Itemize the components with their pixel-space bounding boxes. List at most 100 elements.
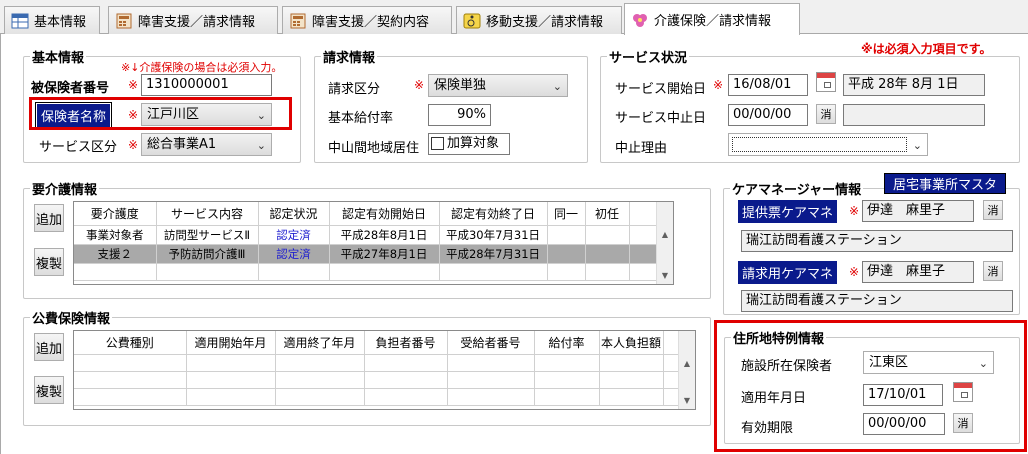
mountain-area-checkbox[interactable]: 加算対象	[428, 133, 510, 155]
clear-billing-button[interactable]: 消	[983, 261, 1003, 281]
required-mark: ※	[128, 138, 139, 152]
care-level-copy-button[interactable]: 複製	[34, 248, 64, 276]
insurer-highlight-box	[29, 97, 292, 130]
provide-caremanager-label: 提供票ケアマネ	[738, 200, 838, 223]
table-row[interactable]	[74, 263, 673, 281]
column-header[interactable]: 本人負担額	[599, 331, 664, 355]
billing-caremanager-name: 伊達 麻里子	[862, 261, 974, 283]
wheelchair-icon	[463, 13, 481, 28]
table-row[interactable]	[74, 388, 695, 406]
column-header[interactable]: 要介護度	[74, 202, 157, 226]
service-type-value: 総合事業A1	[147, 137, 217, 152]
service-type-label: サービス区分	[39, 140, 118, 155]
office-master-button[interactable]: 居宅事業所マスタ	[884, 173, 1006, 194]
clear-provide-button[interactable]: 消	[983, 200, 1003, 220]
billing-type-value: 保険単独	[434, 78, 487, 93]
billing-office-name: 瑞江訪問看護ステーション	[741, 290, 1013, 312]
column-header[interactable]: 給付率	[534, 331, 600, 355]
table-row[interactable]	[74, 371, 695, 389]
service-start-display: 平成 28年 8月 1日	[843, 74, 985, 96]
provide-caremanager-name: 伊達 麻里子	[862, 200, 974, 222]
tab-disability-billing[interactable]: 障害支援／請求情報	[108, 6, 278, 34]
stop-reason-label: 中止理由	[615, 141, 668, 156]
column-header[interactable]: 公費種別	[74, 331, 187, 355]
scroll-up-icon[interactable]: ▲	[679, 355, 695, 372]
chevron-down-icon: ⌄	[912, 139, 922, 152]
service-type-select[interactable]: 総合事業A1 ⌄	[141, 133, 272, 156]
insured-number-label: 被保険者番号	[31, 81, 110, 96]
billing-type-select[interactable]: 保険単独 ⌄	[428, 74, 568, 97]
public-expense-copy-button[interactable]: 複製	[34, 376, 64, 404]
table-row-selected[interactable]: 支援２ 予防訪問介護Ⅲ 認定済 平成27年8月1日 平成28年7月31日	[74, 244, 673, 264]
column-header[interactable]: 適用開始年月	[186, 331, 276, 355]
calculator-icon	[116, 13, 132, 28]
chevron-down-icon: ⌄	[552, 80, 562, 93]
tab-label: 基本情報	[34, 15, 87, 30]
service-stop-input[interactable]: 00/00/00	[728, 104, 808, 126]
mountain-area-label: 中山間地域居住	[328, 141, 420, 156]
insurance-required-note: ※↓介護保険の場合は必須入力。	[121, 61, 283, 74]
table-header-row: 要介護度 サービス内容 認定状況 認定有効開始日 認定有効終了日 同一 初任	[74, 202, 673, 226]
provide-office-name: 瑞江訪問看護ステーション	[741, 230, 1013, 252]
service-stop-display	[843, 104, 985, 126]
table-header-row: 公費種別 適用開始年月 適用終了年月 負担者番号 受給者番号 給付率 本人負担額	[74, 331, 695, 355]
mountain-checkbox-label: 加算対象	[447, 136, 500, 151]
service-start-label: サービス開始日	[615, 82, 707, 97]
billing-caremanager-label: 請求用ケアマネ	[738, 261, 838, 284]
vertical-scrollbar[interactable]: ▲ ▼	[656, 202, 673, 284]
tab-label: 障害支援／請求情報	[138, 15, 256, 30]
care-level-title: 要介護情報	[32, 183, 98, 198]
tab-content: 基本情報 ※↓介護保険の場合は必須入力。 被保険者番号 ※ 1310000001…	[0, 34, 1028, 454]
stop-reason-select[interactable]: ⌄	[728, 133, 928, 156]
table-row[interactable]: 事業対象者 訪問型サービスⅡ 認定済 平成28年8月1日 平成30年7月31日	[74, 225, 673, 245]
public-expense-table[interactable]: 公費種別 適用開始年月 適用終了年月 負担者番号 受給者番号 給付率 本人負担額…	[73, 330, 696, 410]
tab-care-insurance-billing[interactable]: 介護保険／請求情報	[624, 3, 800, 35]
tab-label: 移動支援／請求情報	[486, 15, 604, 30]
status-cell[interactable]: 認定済	[258, 225, 330, 245]
calendar-icon[interactable]	[816, 72, 836, 92]
column-header[interactable]: 認定状況	[258, 202, 330, 226]
column-header[interactable]: 認定有効終了日	[439, 202, 548, 226]
insured-number-input[interactable]: 1310000001	[141, 74, 272, 96]
required-mark: ※	[414, 78, 425, 92]
care-level-add-button[interactable]: 追加	[34, 204, 64, 232]
scroll-down-icon[interactable]: ▼	[657, 267, 673, 284]
care-manager-title: ケアマネージャー情報	[732, 183, 862, 198]
column-header[interactable]: サービス内容	[156, 202, 259, 226]
tab-bar: 基本情報 障害支援／請求情報 障害支援／契約内容 移動支援／請求情報 介護保険／…	[0, 0, 1028, 35]
service-start-input[interactable]: 16/08/01	[728, 74, 808, 96]
column-header[interactable]: 負担者番号	[364, 331, 448, 355]
tab-label: 障害支援／契約内容	[312, 15, 430, 30]
service-stop-label: サービス中止日	[615, 111, 707, 126]
public-expense-title: 公費保険情報	[32, 312, 111, 327]
billing-info-title: 請求情報	[323, 51, 376, 66]
tab-label: 介護保険／請求情報	[654, 14, 772, 29]
status-cell[interactable]: 認定済	[258, 244, 330, 264]
tab-basic-info[interactable]: 基本情報	[4, 6, 100, 34]
required-mark: ※	[849, 265, 860, 279]
flower-icon	[633, 13, 647, 27]
chevron-down-icon: ⌄	[256, 139, 266, 152]
column-header[interactable]: 認定有効開始日	[329, 202, 440, 226]
billing-type-label: 請求区分	[328, 82, 381, 97]
service-status-title: サービス状況	[609, 51, 688, 66]
checkbox-icon	[431, 137, 444, 150]
column-header[interactable]: 同一	[547, 202, 586, 226]
benefit-rate-input[interactable]: 90%	[428, 104, 491, 126]
basic-info-title: 基本情報	[32, 51, 85, 66]
public-expense-add-button[interactable]: 追加	[34, 333, 64, 361]
column-header[interactable]: 初任	[585, 202, 630, 226]
grid-icon	[11, 13, 29, 28]
clear-stop-button[interactable]: 消	[816, 104, 836, 124]
required-mark: ※	[849, 204, 860, 218]
tab-mobility-billing[interactable]: 移動支援／請求情報	[456, 6, 622, 34]
tab-disability-contract[interactable]: 障害支援／契約内容	[282, 6, 452, 34]
focus-outline	[732, 137, 907, 152]
column-header[interactable]: 受給者番号	[447, 331, 535, 355]
vertical-scrollbar[interactable]: ▲ ▼	[678, 331, 695, 409]
column-header[interactable]: 適用終了年月	[275, 331, 365, 355]
scroll-down-icon[interactable]: ▼	[679, 392, 695, 409]
scroll-up-icon[interactable]: ▲	[657, 226, 673, 243]
care-level-table[interactable]: 要介護度 サービス内容 認定状況 認定有効開始日 認定有効終了日 同一 初任 事…	[73, 201, 674, 285]
table-row[interactable]	[74, 354, 695, 372]
